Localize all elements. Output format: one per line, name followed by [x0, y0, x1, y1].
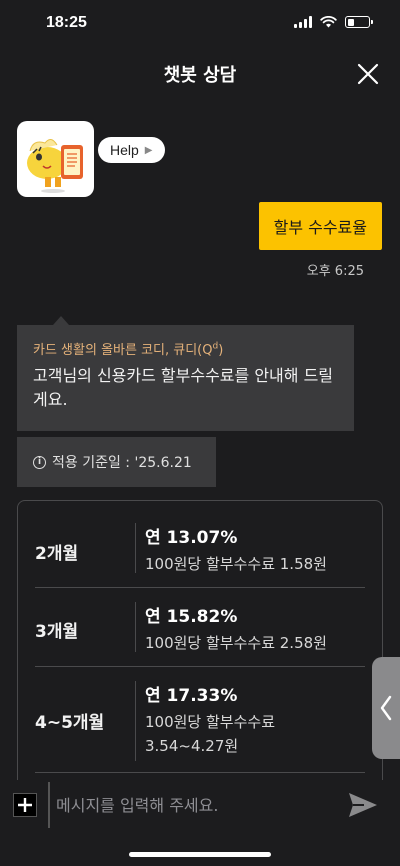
installment-rate-card: 2개월 연 13.07% 100원당 할부수수료 1.58원 3개월 연 15.…: [17, 500, 383, 800]
plus-icon: [18, 798, 32, 812]
bot-subtitle: 카드 생활의 올바른 코디, 큐디(Qd): [33, 341, 224, 358]
play-icon: ▶: [144, 144, 153, 156]
message-timestamp: 오후 6:25: [306, 264, 364, 279]
rate-row: 2개월 연 13.07% 100원당 할부수수료 1.58원: [35, 501, 365, 588]
help-label: Help: [110, 142, 139, 158]
send-icon[interactable]: [346, 788, 380, 822]
rate-months: 2개월: [35, 544, 79, 564]
rate-detail: 100원당 할부수수료 3.54~4.27원: [145, 713, 275, 755]
bot-message-text: 고객님의 신용카드 할부수수료를 안내해 드릴게요.: [33, 366, 334, 409]
chevron-left-icon: [380, 695, 392, 721]
rate-detail: 100원당 할부수수료 1.58원: [145, 555, 327, 573]
status-time: 18:25: [46, 14, 87, 31]
applied-date-notice: i 적용 기준일 : '25.6.21: [17, 437, 216, 487]
help-button[interactable]: Help ▶: [98, 137, 165, 163]
rate-values: 연 17.33% 100원당 할부수수료 3.54~4.27원: [135, 681, 350, 761]
rate-row: 3개월 연 15.82% 100원당 할부수수료 2.58원: [35, 588, 365, 667]
status-bar: 18:25: [0, 0, 400, 48]
page-title: 챗봇 상담: [163, 65, 237, 86]
rate-months: 3개월: [35, 622, 79, 642]
rate-annual: 연 15.82%: [145, 607, 238, 627]
rate-detail: 100원당 할부수수료 2.58원: [145, 634, 327, 652]
rate-values: 연 15.82% 100원당 할부수수료 2.58원: [135, 602, 350, 652]
rate-row: 4~5개월 연 17.33% 100원당 할부수수료 3.54~4.27원: [35, 667, 365, 773]
side-panel-toggle[interactable]: [372, 657, 400, 759]
input-divider: [48, 782, 50, 828]
rate-values: 연 13.07% 100원당 할부수수료 1.58원: [135, 523, 350, 573]
chatbot-avatar: [17, 121, 94, 197]
applied-date-text: 적용 기준일 : '25.6.21: [52, 455, 192, 471]
signal-icon: [294, 16, 312, 28]
user-message-bubble: 할부 수수료율: [258, 202, 382, 250]
close-icon[interactable]: [354, 60, 382, 88]
wifi-icon: [320, 16, 337, 28]
user-message-text: 할부 수수료율: [273, 218, 367, 237]
attach-button[interactable]: [13, 793, 37, 817]
rate-months: 4~5개월: [35, 713, 105, 733]
mascot-icon: [27, 139, 83, 193]
info-icon: i: [33, 455, 46, 469]
home-indicator: [129, 852, 271, 857]
message-input-bar: [0, 780, 400, 830]
rate-annual: 연 13.07%: [145, 528, 238, 548]
rate-annual: 연 17.33%: [145, 686, 238, 706]
header: 챗봇 상담: [0, 50, 400, 98]
message-input[interactable]: [56, 790, 326, 820]
bot-message-bubble: 카드 생활의 올바른 코디, 큐디(Qd) 고객님의 신용카드 할부수수료를 안…: [17, 316, 354, 431]
battery-icon: [345, 16, 373, 28]
status-icons: [294, 16, 373, 28]
